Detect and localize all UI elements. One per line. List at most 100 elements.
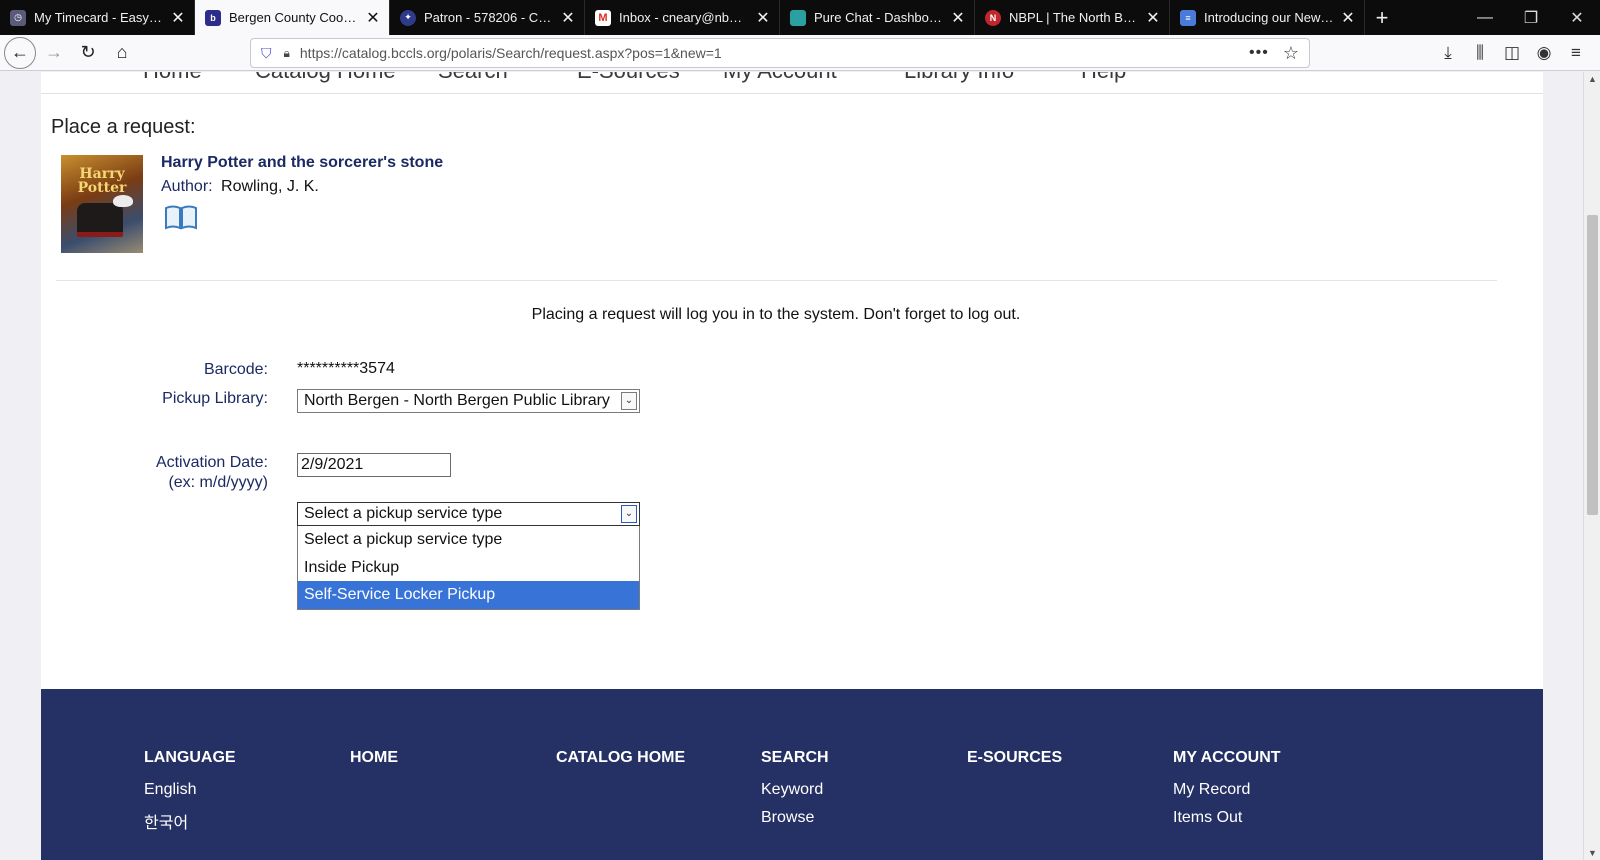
barcode-value: **********3574 (297, 360, 395, 377)
option-inside-pickup[interactable]: Inside Pickup (298, 554, 639, 582)
new-tab-button[interactable]: + (1365, 0, 1399, 35)
option-select-type[interactable]: Select a pickup service type (298, 526, 639, 554)
clock-icon: ◷ (10, 9, 26, 26)
footer-col-home: Home (350, 749, 398, 767)
scrollbar-thumb[interactable] (1587, 215, 1598, 515)
pickup-library-select[interactable]: North Bergen - North Bergen Public Libra… (297, 389, 640, 413)
author-value: Rowling, J. K. (221, 178, 319, 195)
sidebar-icon[interactable]: ◫ (1496, 43, 1528, 63)
menu-icon[interactable]: ≡ (1560, 43, 1592, 63)
toolbar-right: ⤓ ⫼ ◫ ◉ ≡ (1432, 35, 1592, 71)
site-footer: Language English 한국어 Home Catalog Home S… (41, 689, 1543, 860)
close-icon[interactable]: ✕ (950, 8, 966, 28)
nav-search[interactable]: Search (438, 72, 508, 84)
pickup-service-type-select[interactable]: Select a pickup service type ⌄ (297, 502, 640, 526)
close-icon[interactable]: ✕ (170, 8, 186, 28)
footer-col-e-sources: E-Sources (967, 749, 1062, 767)
divider (56, 280, 1497, 281)
restore-icon[interactable]: ❐ (1508, 0, 1554, 35)
site-nav: Home Catalog Home Search E-Sources My Ac… (41, 72, 1543, 94)
browser-tab-1[interactable]: b Bergen County Cooperative ✕ (195, 0, 390, 35)
browser-tab-6[interactable]: ≡ Introducing our New Self-Service ✕ (1170, 0, 1365, 35)
close-icon[interactable]: ✕ (1145, 8, 1161, 28)
tab-title: Inbox - cneary@nbpl.org (619, 10, 749, 25)
footer-link-my-record[interactable]: My Record (1173, 781, 1281, 799)
tab-title: Introducing our New Self-Service (1204, 10, 1334, 25)
footer-link-english[interactable]: English (144, 781, 236, 799)
scroll-down-icon[interactable]: ▼ (1584, 848, 1600, 858)
close-icon[interactable]: ✕ (365, 8, 381, 28)
cover-train-art (77, 203, 123, 237)
polaris-icon: ✦ (400, 9, 416, 26)
page-content: Home Catalog Home Search E-Sources My Ac… (41, 72, 1543, 860)
browser-tab-strip: ◷ My Timecard - Easy Clock ✕ b Bergen Co… (0, 0, 1600, 35)
footer-heading: Language (144, 749, 236, 766)
login-notice: Placing a request will log you in to the… (531, 306, 1021, 323)
activation-date-label: Activation Date: (155, 454, 268, 471)
minimize-icon[interactable]: — (1462, 0, 1508, 35)
shield-icon[interactable]: ⛉ (261, 45, 272, 62)
page-actions-icon[interactable]: ••• (1249, 44, 1269, 62)
browser-tab-5[interactable]: N NBPL | The North Bergen ✕ (975, 0, 1170, 35)
book-cover[interactable]: Harry Potter (61, 155, 143, 253)
footer-link-keyword[interactable]: Keyword (761, 781, 829, 799)
close-icon[interactable]: ✕ (560, 8, 576, 28)
library-icon[interactable]: ⫼ (1464, 43, 1496, 63)
page-viewport: Home Catalog Home Search E-Sources My Ac… (0, 72, 1583, 860)
nav-library-info[interactable]: Library Info (904, 72, 1014, 84)
footer-heading[interactable]: Catalog Home (556, 749, 685, 767)
chevron-down-icon[interactable]: ⌄ (621, 505, 637, 523)
browser-tab-3[interactable]: M Inbox - cneary@nbpl.org ✕ (585, 0, 780, 35)
footer-col-catalog-home: Catalog Home (556, 749, 685, 767)
close-icon[interactable]: ✕ (755, 8, 771, 28)
barcode-label: Barcode: (203, 361, 268, 378)
footer-col-search: Search Keyword Browse (761, 749, 829, 827)
page-scrollbar[interactable]: ▲ ▼ (1583, 72, 1600, 860)
account-icon[interactable]: ◉ (1528, 43, 1560, 63)
reload-icon[interactable]: ↻ (72, 37, 104, 69)
browser-tab-0[interactable]: ◷ My Timecard - Easy Clock ✕ (0, 0, 195, 35)
pickup-library-label: Pickup Library: (162, 390, 268, 407)
back-arrow-icon[interactable]: ← (4, 36, 36, 69)
option-locker-pickup[interactable]: Self-Service Locker Pickup (298, 581, 639, 609)
tab-title: Patron - 578206 - Check Out (424, 10, 554, 25)
browser-tab-4[interactable]: Pure Chat - Dashboard ✕ (780, 0, 975, 35)
forward-arrow-icon[interactable]: → (38, 37, 70, 69)
close-window-icon[interactable]: ✕ (1554, 0, 1600, 35)
scroll-up-icon[interactable]: ▲ (1584, 74, 1600, 84)
window-controls: — ❐ ✕ (1462, 0, 1600, 35)
footer-link-items-out[interactable]: Items Out (1173, 809, 1281, 827)
cover-owl-art (113, 195, 133, 207)
chevron-down-icon[interactable]: ⌄ (621, 392, 637, 410)
page-title: Place a request: (51, 116, 196, 138)
tab-title: Pure Chat - Dashboard (814, 10, 944, 25)
docs-icon: ≡ (1180, 9, 1196, 26)
download-icon[interactable]: ⤓ (1432, 43, 1464, 63)
footer-heading: Search (761, 749, 829, 766)
nav-my-account[interactable]: My Account (723, 72, 837, 84)
footer-heading[interactable]: Home (350, 749, 398, 767)
activation-date-input[interactable]: 2/9/2021 (297, 453, 451, 477)
bookmark-star-icon[interactable]: ☆ (1283, 43, 1299, 64)
footer-col-my-account: My Account My Record Items Out (1173, 749, 1281, 827)
footer-link-korean[interactable]: 한국어 (144, 809, 236, 833)
pickup-service-type-value: Select a pickup service type (304, 505, 503, 522)
bccls-icon: b (205, 9, 221, 26)
footer-heading: My Account (1173, 749, 1281, 766)
book-title-link[interactable]: Harry Potter and the sorcerer's stone (161, 154, 443, 172)
footer-link-browse[interactable]: Browse (761, 809, 829, 827)
close-icon[interactable]: ✕ (1340, 8, 1356, 28)
nbpl-icon: N (985, 9, 1001, 26)
author-row: Author: Rowling, J. K. (161, 178, 319, 196)
nav-catalog-home[interactable]: Catalog Home (255, 72, 396, 84)
nav-help[interactable]: Help (1081, 72, 1126, 84)
nav-home[interactable]: Home (143, 72, 202, 84)
tab-title: My Timecard - Easy Clock (34, 10, 164, 25)
nav-e-sources[interactable]: E-Sources (577, 72, 680, 84)
lock-icon[interactable]: 🔒︎ (284, 46, 290, 61)
address-bar[interactable]: ⛉ 🔒︎ https://catalog.bccls.org/polaris/S… (250, 38, 1310, 68)
footer-heading[interactable]: E-Sources (967, 749, 1062, 767)
home-icon[interactable]: ⌂ (106, 37, 138, 69)
browser-tab-2[interactable]: ✦ Patron - 578206 - Check Out ✕ (390, 0, 585, 35)
url-text[interactable]: https://catalog.bccls.org/polaris/Search… (300, 45, 1249, 61)
